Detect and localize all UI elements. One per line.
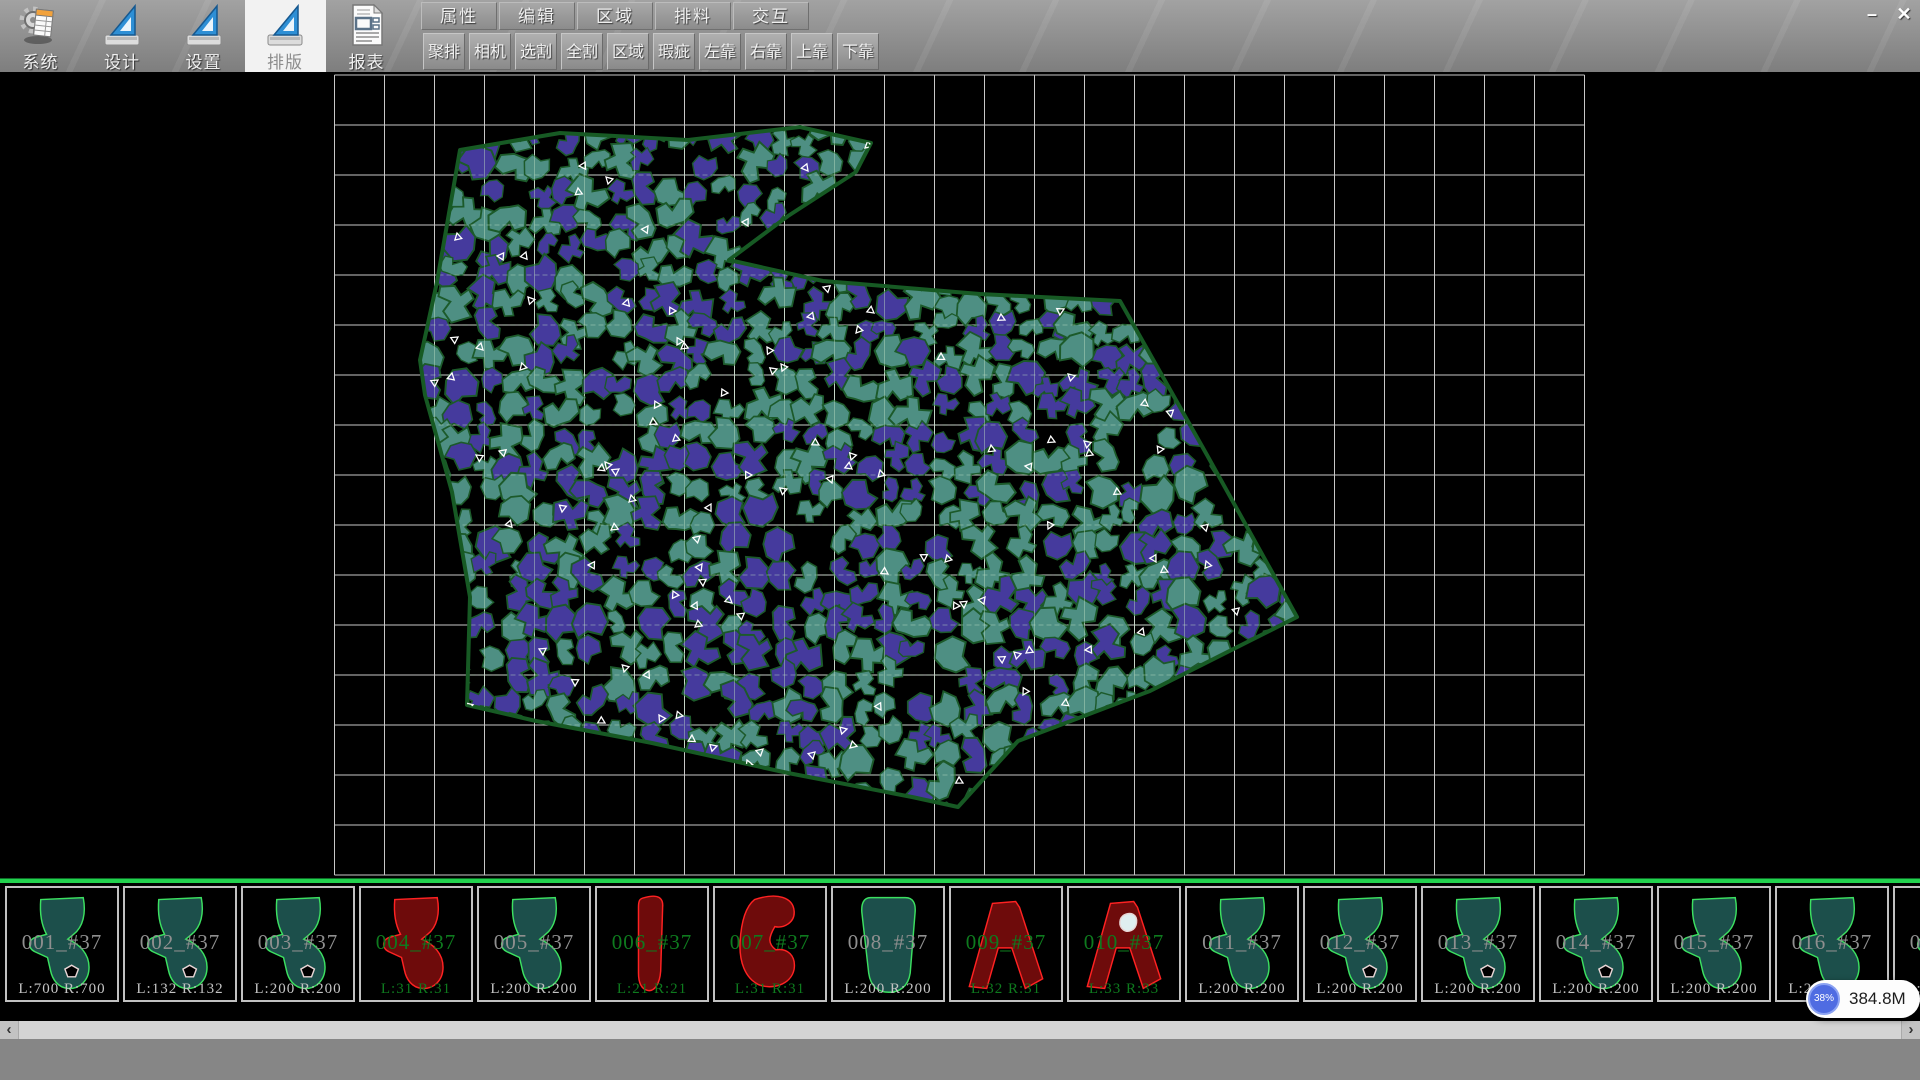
scroll-left-arrow-icon[interactable]: ‹: [0, 1021, 19, 1039]
tool-下靠[interactable]: 下靠: [837, 33, 879, 70]
piece-shape: [243, 888, 353, 1000]
thumbnail-005_#37[interactable]: 005_#37 L:200 R:200: [477, 886, 591, 1002]
minimize-button[interactable]: –: [1857, 2, 1887, 28]
thumbnail-007_#37[interactable]: 007_#37 L:31 R:31: [713, 886, 827, 1002]
thumbnail-012_#37[interactable]: 012_#37 L:200 R:200: [1303, 886, 1417, 1002]
tool-全割[interactable]: 全割: [561, 33, 603, 70]
piece-shape: [715, 888, 825, 1000]
piece-shape: [1305, 888, 1415, 1000]
menu-交互[interactable]: 交互: [733, 2, 809, 30]
piece-shape: [479, 888, 589, 1000]
piece-shape: [951, 888, 1061, 1000]
thumbnail-001_#37[interactable]: 001_#37 L:700 R:700: [5, 886, 119, 1002]
report-icon: [344, 2, 390, 48]
tool-bar: 聚排相机选割全割区域瑕疵左靠右靠上靠下靠: [423, 33, 879, 70]
app-tab-报表[interactable]: 报表: [326, 0, 407, 72]
scroll-right-arrow-icon[interactable]: ›: [1901, 1021, 1920, 1039]
app-tab-label: 排版: [245, 48, 326, 72]
piece-shape: [1659, 888, 1769, 1000]
toolbar: 系统 设计 设置 排版 报表 属性编辑区域排料交互 聚排相机选割全割区域瑕疵左靠…: [0, 0, 1920, 72]
thumbnail-006_#37[interactable]: 006_#37 L:21 R:21: [595, 886, 709, 1002]
menu-属性[interactable]: 属性: [421, 2, 497, 30]
piece-shape: [1069, 888, 1179, 1000]
piece-shape: [597, 888, 707, 1000]
menu-编辑[interactable]: 编辑: [499, 2, 575, 30]
status-bar: [0, 1039, 1920, 1080]
memory-usage-value: 384.8M: [1849, 989, 1906, 1009]
app-tab-设计[interactable]: 设计: [82, 0, 163, 72]
application-window: 系统 设计 设置 排版 报表 属性编辑区域排料交互 聚排相机选割全割区域瑕疵左靠…: [0, 0, 1920, 1080]
tool-左靠[interactable]: 左靠: [699, 33, 741, 70]
tool-聚排[interactable]: 聚排: [423, 33, 465, 70]
tool-瑕疵[interactable]: 瑕疵: [653, 33, 695, 70]
close-button[interactable]: ✕: [1889, 2, 1919, 28]
tool-右靠[interactable]: 右靠: [745, 33, 787, 70]
menu-排料[interactable]: 排料: [655, 2, 731, 30]
thumbnail-013_#37[interactable]: 013_#37 L:200 R:200: [1421, 886, 1535, 1002]
piece-shape: [1423, 888, 1533, 1000]
thumbnail-014_#37[interactable]: 014_#37 L:200 R:200: [1539, 886, 1653, 1002]
nesting-canvas[interactable]: [0, 72, 1920, 878]
horizontal-scrollbar[interactable]: ‹ ›: [0, 1021, 1920, 1039]
app-tab-label: 设置: [163, 48, 244, 72]
tool-上靠[interactable]: 上靠: [791, 33, 833, 70]
thumbnail-004_#37[interactable]: 004_#37 L:31 R:31: [359, 886, 473, 1002]
tool-区域[interactable]: 区域: [607, 33, 649, 70]
thumbnail-010_#37[interactable]: 010_#37 L:33 R:33: [1067, 886, 1181, 1002]
thumbnail-003_#37[interactable]: 003_#37 L:200 R:200: [241, 886, 355, 1002]
set-square-icon: [262, 2, 308, 48]
gear-system-icon: [18, 2, 64, 48]
app-tab-排版[interactable]: 排版: [245, 0, 326, 72]
tool-相机[interactable]: 相机: [469, 33, 511, 70]
thumbnail-008_#37[interactable]: 008_#37 L:200 R:200: [831, 886, 945, 1002]
app-tab-系统[interactable]: 系统: [0, 0, 81, 72]
set-square-icon: [181, 2, 227, 48]
piece-shape: [7, 888, 117, 1000]
menu-bar: 属性编辑区域排料交互: [421, 2, 809, 30]
app-tab-label: 系统: [0, 48, 81, 72]
piece-shape: [125, 888, 235, 1000]
piece-shape: [833, 888, 943, 1000]
progress-percent-badge: 38%: [1808, 983, 1840, 1015]
piece-shape: [1187, 888, 1297, 1000]
set-square-icon: [99, 2, 145, 48]
piece-thumbnail-strip: 001_#37 L:700 R:700 002_#37 L:132 R:132 …: [0, 883, 1920, 1021]
app-tab-设置[interactable]: 设置: [163, 0, 244, 72]
menu-区域[interactable]: 区域: [577, 2, 653, 30]
memory-status-badge: 38% 384.8M: [1806, 980, 1920, 1018]
app-tab-label: 报表: [326, 48, 407, 72]
piece-shape: [1541, 888, 1651, 1000]
nesting-canvas-svg: [0, 72, 1920, 878]
tool-选割[interactable]: 选割: [515, 33, 557, 70]
thumbnail-011_#37[interactable]: 011_#37 L:200 R:200: [1185, 886, 1299, 1002]
thumbnail-015_#37[interactable]: 015_#37 L:200 R:200: [1657, 886, 1771, 1002]
thumbnail-009_#37[interactable]: 009_#37 L:32 R:31: [949, 886, 1063, 1002]
piece-shape: [361, 888, 471, 1000]
thumbnail-002_#37[interactable]: 002_#37 L:132 R:132: [123, 886, 237, 1002]
app-tab-label: 设计: [82, 48, 163, 72]
